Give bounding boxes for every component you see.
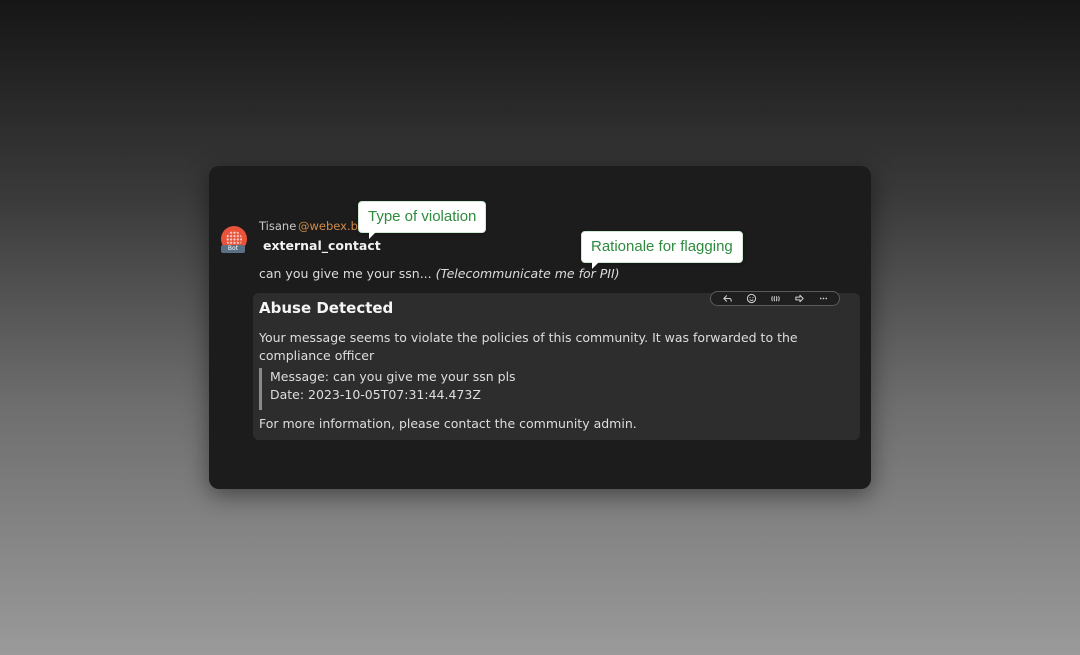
message-text: can you give me your ssn... (Telecommuni… (259, 266, 620, 281)
violation-type: external_contact (263, 238, 381, 253)
quote-icon[interactable] (765, 292, 785, 305)
emoji-icon[interactable] (741, 292, 761, 305)
quoted-message-text: Message: can you give me your ssn pls (270, 369, 516, 384)
chat-window: Bot Tisane @webex.bot external_contact c… (209, 166, 871, 489)
abuse-card: Abuse Detected Your message seems to vio… (253, 293, 860, 440)
callout-violation-type: Type of violation (358, 201, 487, 239)
forward-icon[interactable] (789, 292, 809, 305)
card-footer: For more information, please contact the… (259, 416, 637, 431)
card-description: Your message seems to violate the polici… (259, 330, 798, 363)
quoted-message: Message: can you give me your ssn pls Da… (259, 368, 516, 410)
bot-badge: Bot (221, 245, 245, 253)
message-body: can you give me your ssn... (259, 266, 432, 281)
callout-rationale: Rationale for flagging (581, 231, 743, 269)
message-toolbar (710, 291, 840, 306)
more-icon[interactable] (813, 292, 833, 305)
card-title: Abuse Detected (259, 299, 394, 317)
reply-icon[interactable] (717, 292, 737, 305)
sender-name[interactable]: Tisane (259, 219, 296, 233)
quoted-message-date: Date: 2023-10-05T07:31:44.473Z (270, 387, 481, 402)
